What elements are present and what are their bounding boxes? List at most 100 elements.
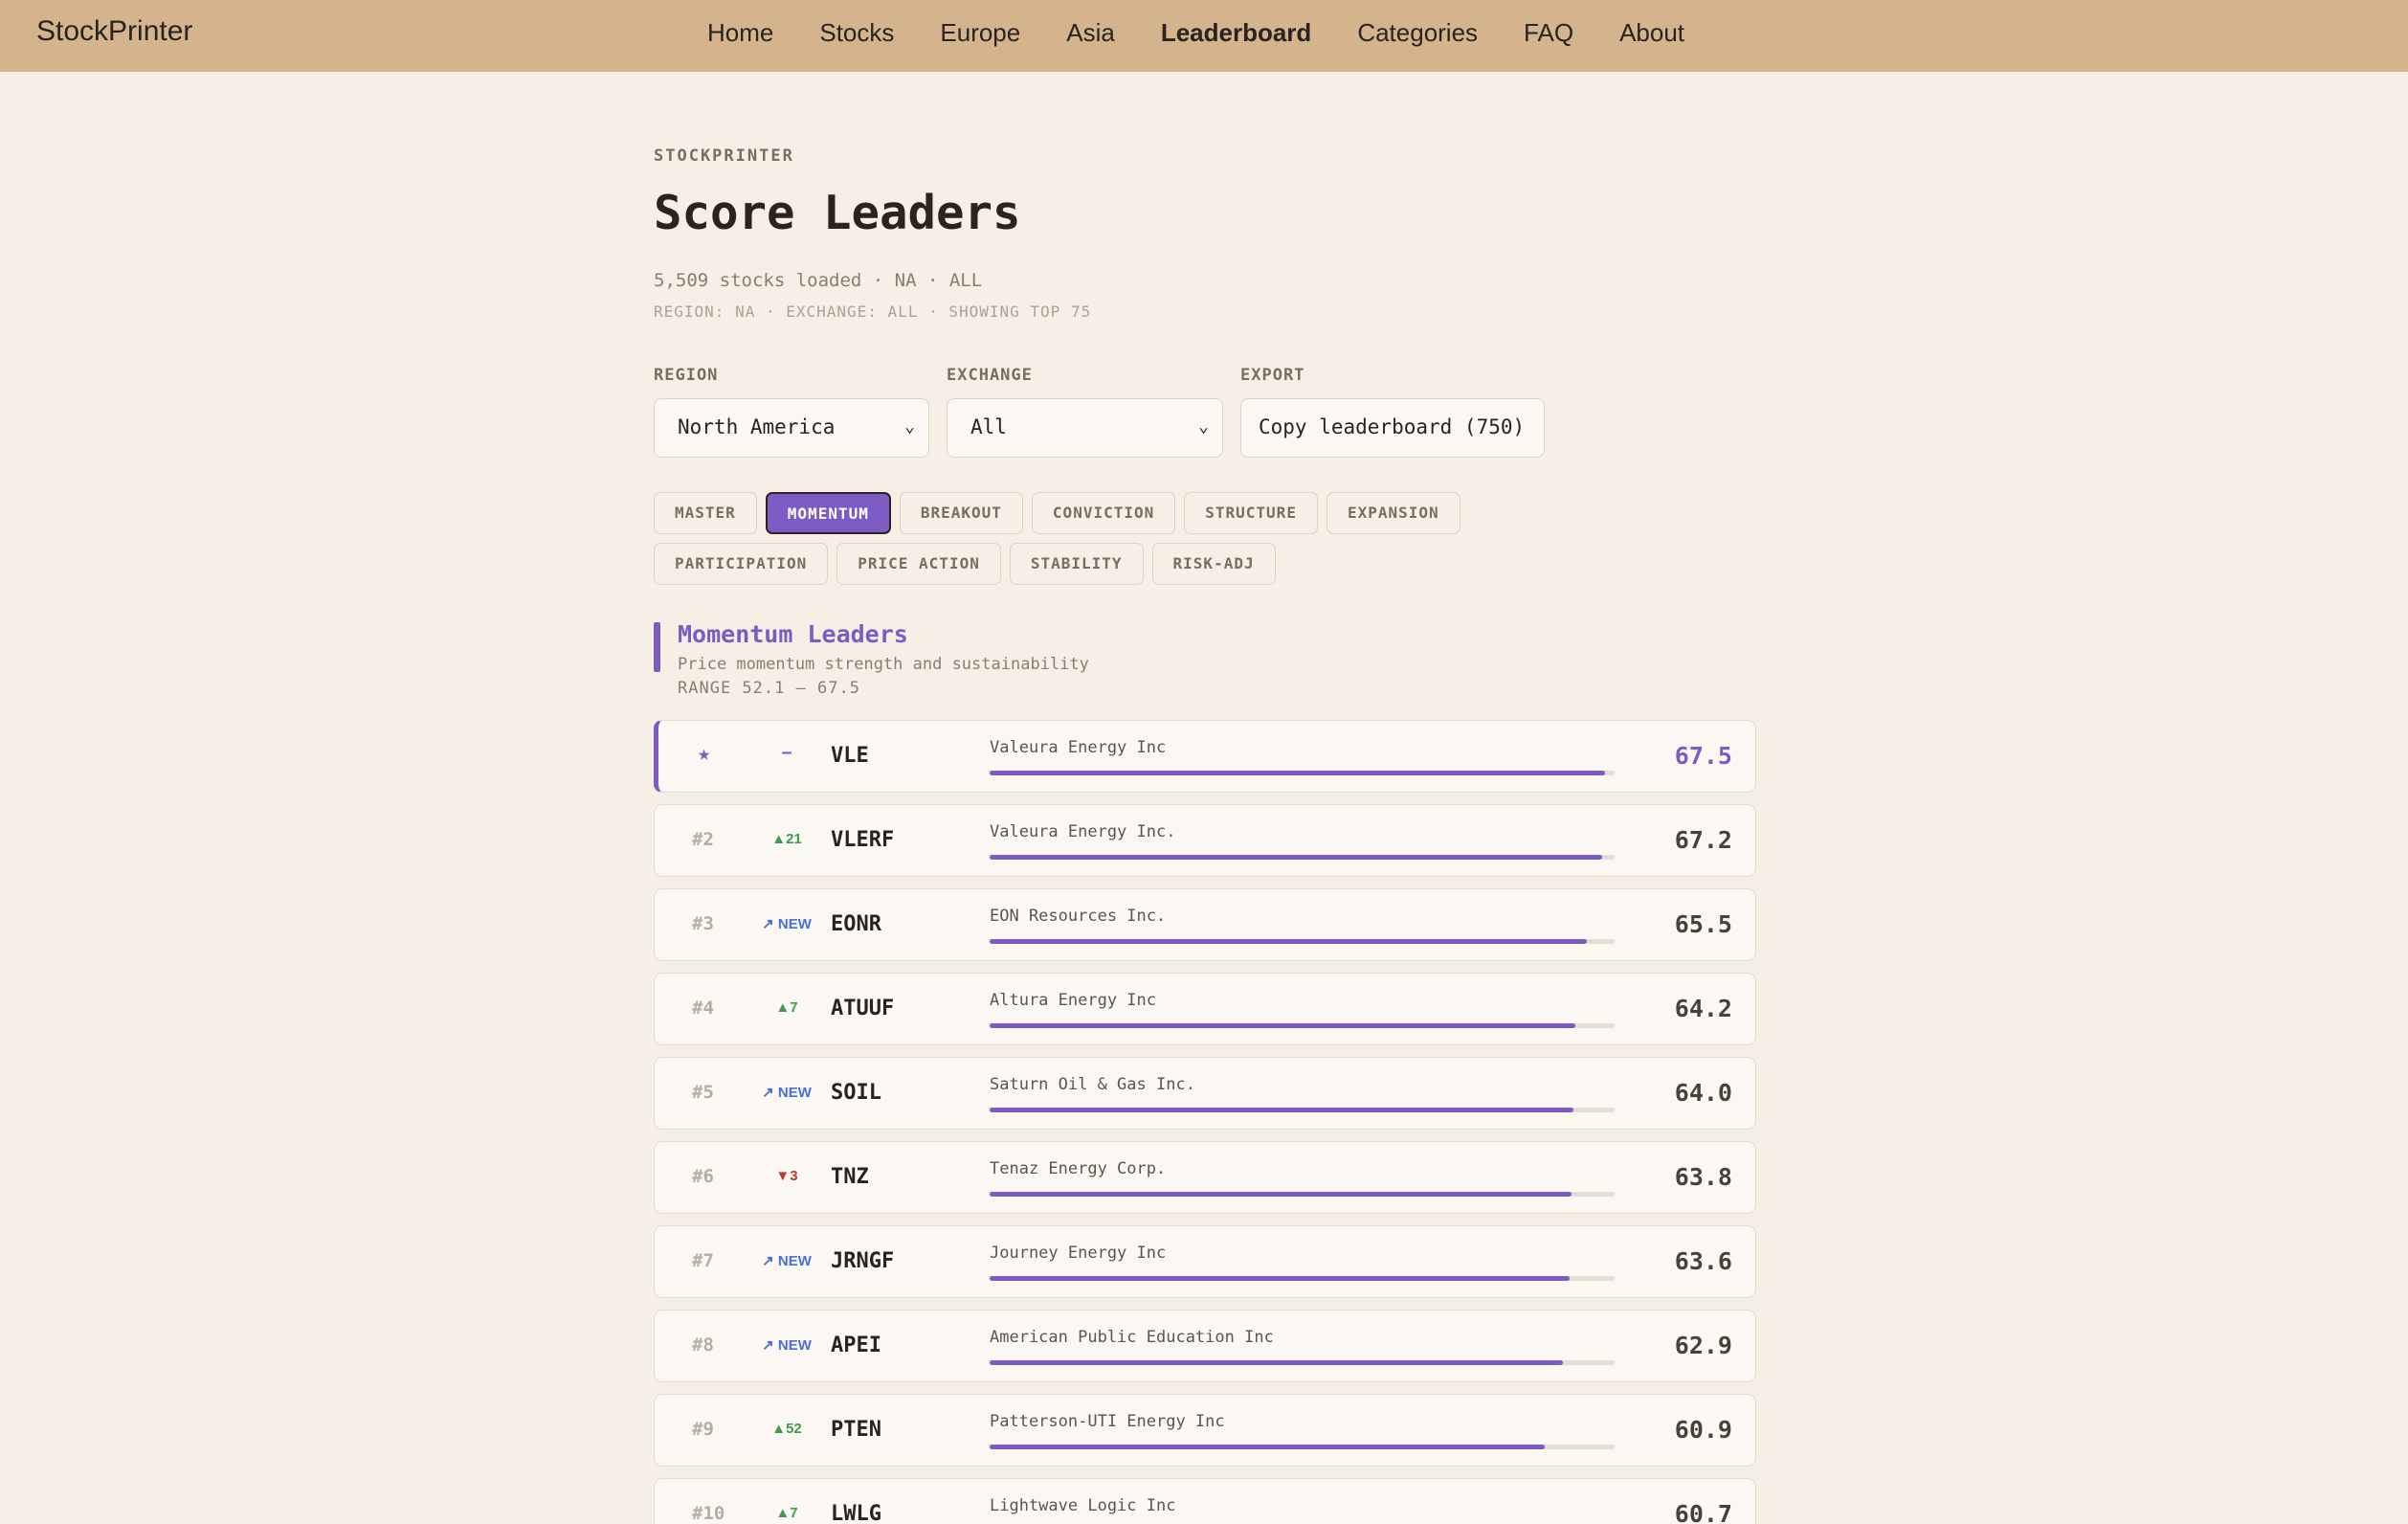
nav-home[interactable]: Home <box>707 15 773 50</box>
score-bar-fill <box>990 1360 1564 1365</box>
score-value: 64.0 <box>1674 1079 1732 1107</box>
leaderboard-row[interactable]: #9 ▲52 PTEN Patterson-UTI Energy Inc 60.9 <box>654 1394 1756 1467</box>
score-value: 67.2 <box>1674 826 1732 854</box>
ticker-symbol[interactable]: SOIL <box>831 1081 881 1105</box>
rank-number: #5 <box>692 1082 714 1103</box>
page-title: Score Leaders <box>654 186 1021 240</box>
score-value: 60.7 <box>1674 1500 1732 1524</box>
tab-expansion[interactable]: EXPANSION <box>1326 492 1460 534</box>
score-bar <box>990 1023 1615 1028</box>
tab-participation[interactable]: PARTICIPATION <box>654 543 829 585</box>
leaderboard-list: ★ – VLE Valeura Energy Inc 67.5 #2 ▲21 VLERF Val… <box>654 720 1756 1524</box>
tab-master[interactable]: MASTER <box>654 492 757 534</box>
tab-price-action[interactable]: PRICE ACTION <box>836 543 1001 585</box>
nav-faq[interactable]: FAQ <box>1524 15 1573 50</box>
ticker-symbol[interactable]: JRNGF <box>831 1249 894 1273</box>
score-bar-fill <box>990 1276 1571 1281</box>
copy-leaderboard-button[interactable]: Copy leaderboard (750) <box>1240 398 1545 458</box>
rank-number: #3 <box>692 913 714 934</box>
score-bar-fill <box>990 1445 1546 1449</box>
tab-stability[interactable]: STABILITY <box>1009 543 1144 585</box>
main-nav: Home Stocks Europe Asia Leaderboard Cate… <box>707 15 1730 50</box>
leaderboard-row[interactable]: #7 ↗ NEW JRNGF Journey Energy Inc 63.6 <box>654 1225 1756 1298</box>
leaderboard-row[interactable]: #8 ↗ NEW APEI American Public Education Inc… <box>654 1310 1756 1382</box>
nav-leaderboard[interactable]: Leaderboard <box>1161 15 1312 50</box>
star-icon: ★ <box>698 742 711 766</box>
score-value: 67.5 <box>1674 742 1732 770</box>
export-label: EXPORT <box>1240 366 1305 385</box>
score-bar <box>990 1276 1615 1281</box>
region-label: REGION <box>654 366 719 385</box>
score-bar <box>990 1445 1615 1449</box>
score-bar <box>990 1360 1615 1365</box>
score-value: 65.5 <box>1674 910 1732 938</box>
leaderboard-row[interactable]: ★ – VLE Valeura Energy Inc 67.5 <box>654 720 1756 793</box>
score-value: 60.9 <box>1674 1416 1732 1444</box>
ticker-symbol[interactable]: EONR <box>831 912 881 936</box>
rank-movement: ↗ NEW <box>762 1085 812 1101</box>
rank-number: #9 <box>692 1419 714 1440</box>
ticker-symbol[interactable]: ATUUF <box>831 997 894 1020</box>
score-bar <box>990 855 1615 860</box>
section-subtitle: Price momentum strength and sustainabili… <box>678 655 1089 674</box>
ticker-symbol[interactable]: PTEN <box>831 1418 881 1442</box>
rank-number: #4 <box>692 997 714 1019</box>
section-accent-bar <box>654 622 660 672</box>
brand-logo[interactable]: StockPrinter <box>36 15 192 48</box>
company-name: Altura Energy Inc <box>990 991 1156 1010</box>
score-bar <box>990 771 1615 775</box>
rank-movement: ▲52 <box>771 1421 802 1437</box>
score-value: 64.2 <box>1674 995 1732 1022</box>
score-tabs-row-2: PARTICIPATION PRICE ACTION STABILITY RIS… <box>654 543 1276 585</box>
page-eyebrow: STOCKPRINTER <box>654 146 794 166</box>
tab-structure[interactable]: STRUCTURE <box>1184 492 1318 534</box>
tab-risk-adj[interactable]: RISK-ADJ <box>1151 543 1276 585</box>
score-value: 62.9 <box>1674 1332 1732 1359</box>
company-name: Tenaz Energy Corp. <box>990 1159 1167 1178</box>
company-name: Saturn Oil & Gas Inc. <box>990 1075 1195 1094</box>
nav-europe[interactable]: Europe <box>940 15 1020 50</box>
rank-number: #6 <box>692 1166 714 1187</box>
leaderboard-row[interactable]: #4 ▲7 ATUUF Altura Energy Inc 64.2 <box>654 973 1756 1045</box>
stocks-loaded-info: 5,509 stocks loaded · NA · ALL <box>654 270 983 291</box>
nav-asia[interactable]: Asia <box>1066 15 1115 50</box>
leaderboard-row[interactable]: #10 ▲7 LWLG Lightwave Logic Inc 60.7 <box>654 1478 1756 1524</box>
rank-number: #2 <box>692 829 714 850</box>
region-select[interactable]: North America ⌄ <box>654 398 929 458</box>
company-name: Lightwave Logic Inc <box>990 1496 1176 1515</box>
score-value: 63.6 <box>1674 1247 1732 1275</box>
score-bar-fill <box>990 1192 1572 1197</box>
score-tabs-row-1: MASTER MOMENTUM BREAKOUT CONVICTION STRU… <box>654 492 1460 534</box>
section-title: Momentum Leaders <box>678 620 908 648</box>
score-bar-fill <box>990 939 1588 944</box>
leaderboard-row[interactable]: #5 ↗ NEW SOIL Saturn Oil & Gas Inc. 64.0 <box>654 1057 1756 1130</box>
chevron-down-icon: ⌄ <box>1198 416 1209 437</box>
tab-breakout[interactable]: BREAKOUT <box>899 492 1023 534</box>
score-bar-fill <box>990 1108 1573 1112</box>
nav-categories[interactable]: Categories <box>1357 15 1478 50</box>
ticker-symbol[interactable]: VLE <box>831 744 869 768</box>
leaderboard-row[interactable]: #2 ▲21 VLERF Valeura Energy Inc. 67.2 <box>654 804 1756 877</box>
ticker-symbol[interactable]: APEI <box>831 1334 881 1357</box>
leaderboard-row[interactable]: #3 ↗ NEW EONR EON Resources Inc. 65.5 <box>654 888 1756 961</box>
rank-movement: – <box>781 742 792 763</box>
ticker-symbol[interactable]: VLERF <box>831 828 894 852</box>
rank-movement: ▲7 <box>775 1505 798 1521</box>
exchange-select[interactable]: All ⌄ <box>947 398 1223 458</box>
score-bar <box>990 1108 1615 1112</box>
company-name: Valeura Energy Inc. <box>990 822 1176 841</box>
leaderboard-row[interactable]: #6 ▼3 TNZ Tenaz Energy Corp. 63.8 <box>654 1141 1756 1214</box>
ticker-symbol[interactable]: LWLG <box>831 1502 881 1524</box>
rank-number: #7 <box>692 1250 714 1271</box>
tab-momentum[interactable]: MOMENTUM <box>765 492 891 534</box>
company-name: EON Resources Inc. <box>990 907 1167 926</box>
ticker-symbol[interactable]: TNZ <box>831 1165 869 1189</box>
nav-about[interactable]: About <box>1619 15 1684 50</box>
nav-stocks[interactable]: Stocks <box>819 15 894 50</box>
region-select-value: North America <box>678 415 836 438</box>
top-navbar: StockPrinter Home Stocks Europe Asia Lea… <box>0 0 2408 72</box>
tab-conviction[interactable]: CONVICTION <box>1031 492 1176 534</box>
rank-movement: ▲7 <box>775 999 798 1016</box>
score-bar-fill <box>990 771 1606 775</box>
score-bar-fill <box>990 1023 1575 1028</box>
